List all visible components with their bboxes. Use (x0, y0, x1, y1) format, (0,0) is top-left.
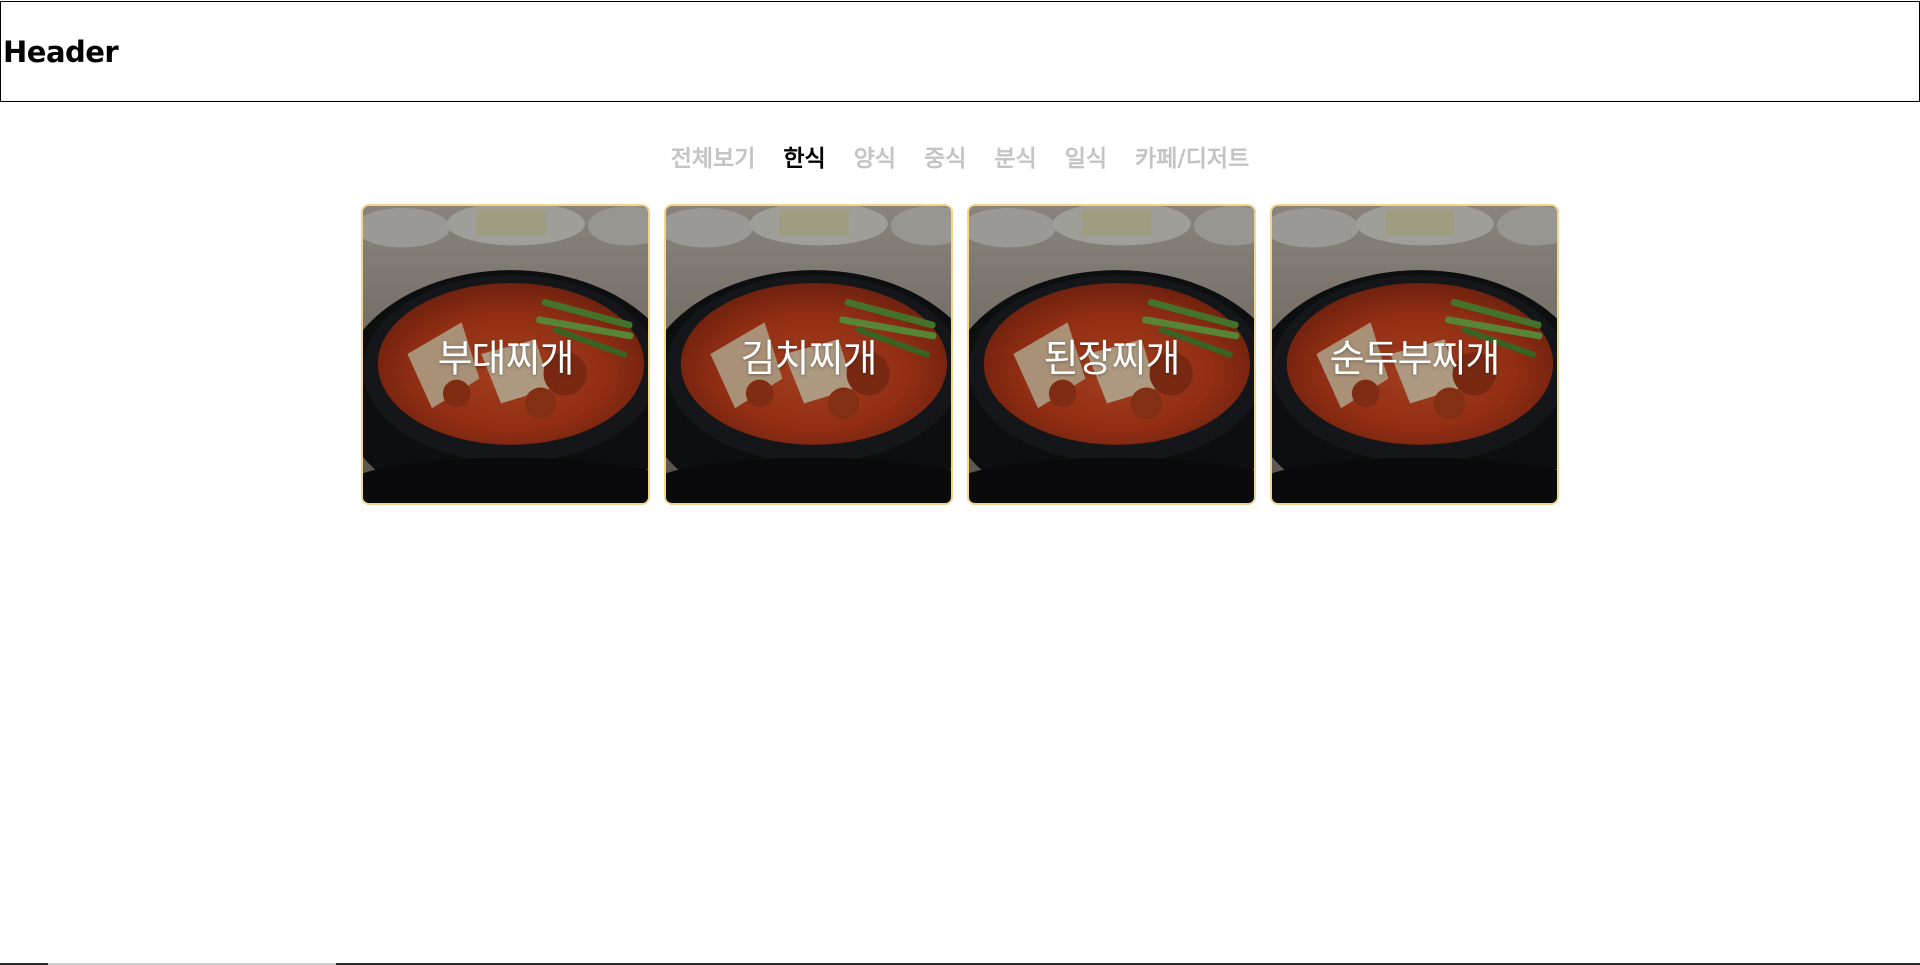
tab-cafe-dessert[interactable]: 카페/디저트 (1135, 139, 1249, 173)
tab-snack[interactable]: 분식 (994, 139, 1036, 173)
tab-korean[interactable]: 한식 (783, 139, 825, 173)
tab-chinese[interactable]: 중식 (924, 139, 966, 173)
category-tabs: 전체보기 한식 양식 중식 분식 일식 카페/디저트 (0, 139, 1920, 173)
menu-card-title: 순두부찌개 (1329, 336, 1501, 380)
site-header: Header (0, 1, 1920, 102)
menu-card[interactable]: 부대찌개 (361, 204, 650, 505)
page: Header 전체보기 한식 양식 중식 분식 일식 카페/디저트 부대찌개 김… (0, 0, 1920, 965)
menu-card-list: 부대찌개 김치찌개 된장찌개 순두부찌개 (361, 204, 1559, 505)
menu-card[interactable]: 된장찌개 (967, 204, 1256, 505)
tab-western[interactable]: 양식 (854, 139, 896, 173)
menu-card-title: 된장찌개 (1043, 336, 1181, 380)
tab-japanese[interactable]: 일식 (1065, 139, 1107, 173)
menu-card[interactable]: 김치찌개 (664, 204, 953, 505)
tab-all[interactable]: 전체보기 (671, 139, 756, 173)
menu-card-title: 부대찌개 (437, 336, 575, 380)
menu-card-title: 김치찌개 (740, 336, 878, 380)
header-title: Header (3, 34, 119, 69)
menu-card[interactable]: 순두부찌개 (1270, 204, 1559, 505)
